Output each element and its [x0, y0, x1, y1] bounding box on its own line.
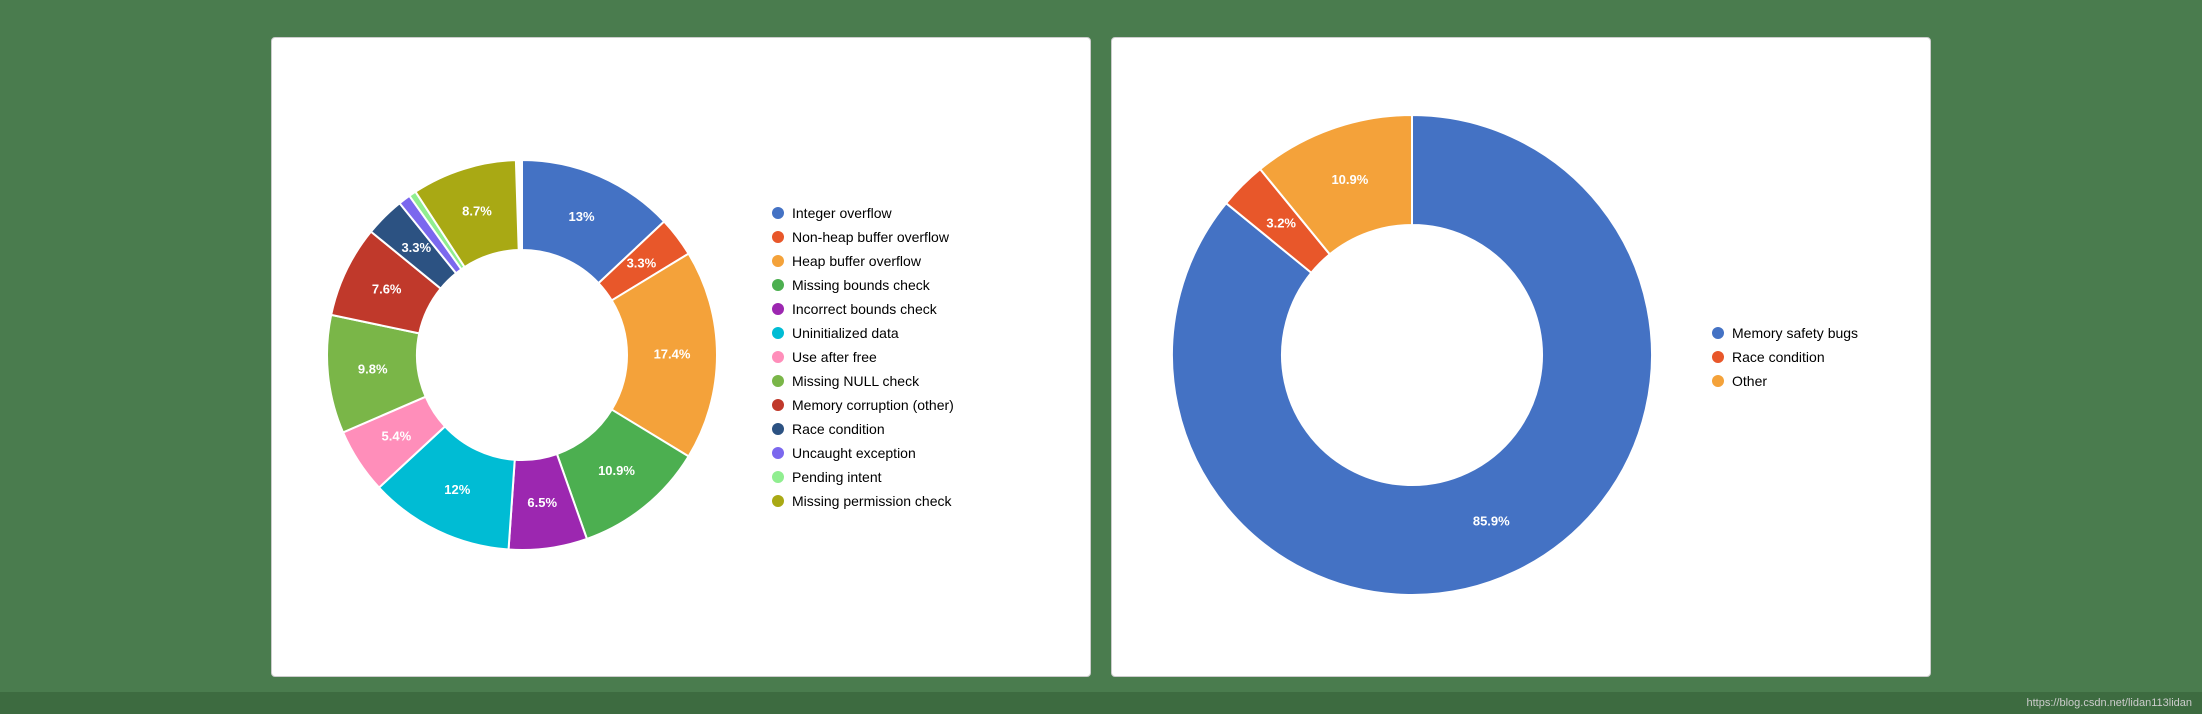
donut-svg: 13% 3.3% 17.4% 10.9% 6.5% 12% 5.4% 9.8% 7.6% 3.3%… [292, 65, 752, 645]
legend-item: Uninitialized data [772, 325, 954, 341]
legend-dot [772, 351, 784, 363]
legend-label: Incorrect bounds check [792, 301, 937, 317]
legend-label: Use after free [792, 349, 877, 365]
legend-label: Missing NULL check [792, 373, 919, 389]
legend-dot [772, 255, 784, 267]
segment-label: 10.9% [598, 462, 635, 477]
legend-label: Missing bounds check [792, 277, 930, 293]
right-donut-wrapper: 85.9% 3.2% 10.9% [1132, 65, 1692, 650]
right-chart-box: 85.9% 3.2% 10.9% Memory safety bugs Race con… [1111, 37, 1931, 677]
legend-item: Use after free [772, 349, 954, 365]
legend-item: Integer overflow [772, 205, 954, 221]
legend-dot [772, 279, 784, 291]
legend-dot [1712, 327, 1724, 339]
charts-container: 13% 3.3% 17.4% 10.9% 6.5% 12% 5.4% 9.8% 7.6% 3.3%… [0, 0, 2202, 714]
segment-label: 85.9% [1473, 513, 1510, 528]
legend-label: Race condition [1732, 349, 1825, 365]
legend-dot [772, 303, 784, 315]
legend-item: Uncaught exception [772, 445, 954, 461]
legend-item: Race condition [1712, 349, 1858, 365]
legend-label: Heap buffer overflow [792, 253, 921, 269]
legend-label: Non-heap buffer overflow [792, 229, 949, 245]
segment-label: 3.2% [1266, 215, 1296, 230]
legend-dot [772, 447, 784, 459]
legend-dot [772, 375, 784, 387]
legend-label: Memory corruption (other) [792, 397, 954, 413]
legend-dot [772, 207, 784, 219]
legend-item: Pending intent [772, 469, 954, 485]
legend-item: Other [1712, 373, 1858, 389]
left-chart-box: 13% 3.3% 17.4% 10.9% 6.5% 12% 5.4% 9.8% 7.6% 3.3%… [271, 37, 1091, 677]
segment-label: 13% [569, 208, 595, 223]
segment-label: 3.3% [627, 255, 657, 270]
legend-dot [772, 423, 784, 435]
legend-dot [772, 327, 784, 339]
legend-label: Missing permission check [792, 493, 952, 509]
chart-legend: Memory safety bugs Race condition Other [1712, 325, 1858, 389]
left-donut-wrapper: 13% 3.3% 17.4% 10.9% 6.5% 12% 5.4% 9.8% 7.6% 3.3%… [292, 65, 752, 650]
legend-item: Missing bounds check [772, 277, 954, 293]
segment-label: 5.4% [382, 428, 412, 443]
segment-label: 8.7% [462, 203, 492, 218]
legend-item: Memory corruption (other) [772, 397, 954, 413]
legend-label: Other [1732, 373, 1767, 389]
legend-label: Integer overflow [792, 205, 892, 221]
segment-label: 9.8% [358, 361, 388, 376]
legend-dot [772, 231, 784, 243]
legend-item: Race condition [772, 421, 954, 437]
legend-item: Memory safety bugs [1712, 325, 1858, 341]
legend-dot [1712, 375, 1724, 387]
segment-label: 17.4% [654, 346, 691, 361]
legend-item: Incorrect bounds check [772, 301, 954, 317]
segment-label: 7.6% [372, 281, 402, 296]
chart-legend: Integer overflow Non-heap buffer overflow… [772, 205, 954, 509]
legend-label: Pending intent [792, 469, 882, 485]
legend-label: Race condition [792, 421, 885, 437]
footer-url: https://blog.csdn.net/lidan113lidan [2026, 697, 2192, 709]
legend-label: Uncaught exception [792, 445, 916, 461]
legend-dot [1712, 351, 1724, 363]
legend-item: Non-heap buffer overflow [772, 229, 954, 245]
legend-label: Memory safety bugs [1732, 325, 1858, 341]
legend-item: Missing NULL check [772, 373, 954, 389]
legend-item: Heap buffer overflow [772, 253, 954, 269]
legend-dot [772, 471, 784, 483]
segment-label: 6.5% [527, 495, 557, 510]
legend-dot [772, 495, 784, 507]
legend-label: Uninitialized data [792, 325, 899, 341]
legend-item: Missing permission check [772, 493, 954, 509]
segment-label: 10.9% [1331, 172, 1368, 187]
legend-dot [772, 399, 784, 411]
donut-svg: 85.9% 3.2% 10.9% [1132, 65, 1692, 645]
segment-label: 3.3% [401, 240, 431, 255]
segment-label: 12% [444, 481, 470, 496]
footer-bar: https://blog.csdn.net/lidan113lidan [0, 692, 2202, 714]
